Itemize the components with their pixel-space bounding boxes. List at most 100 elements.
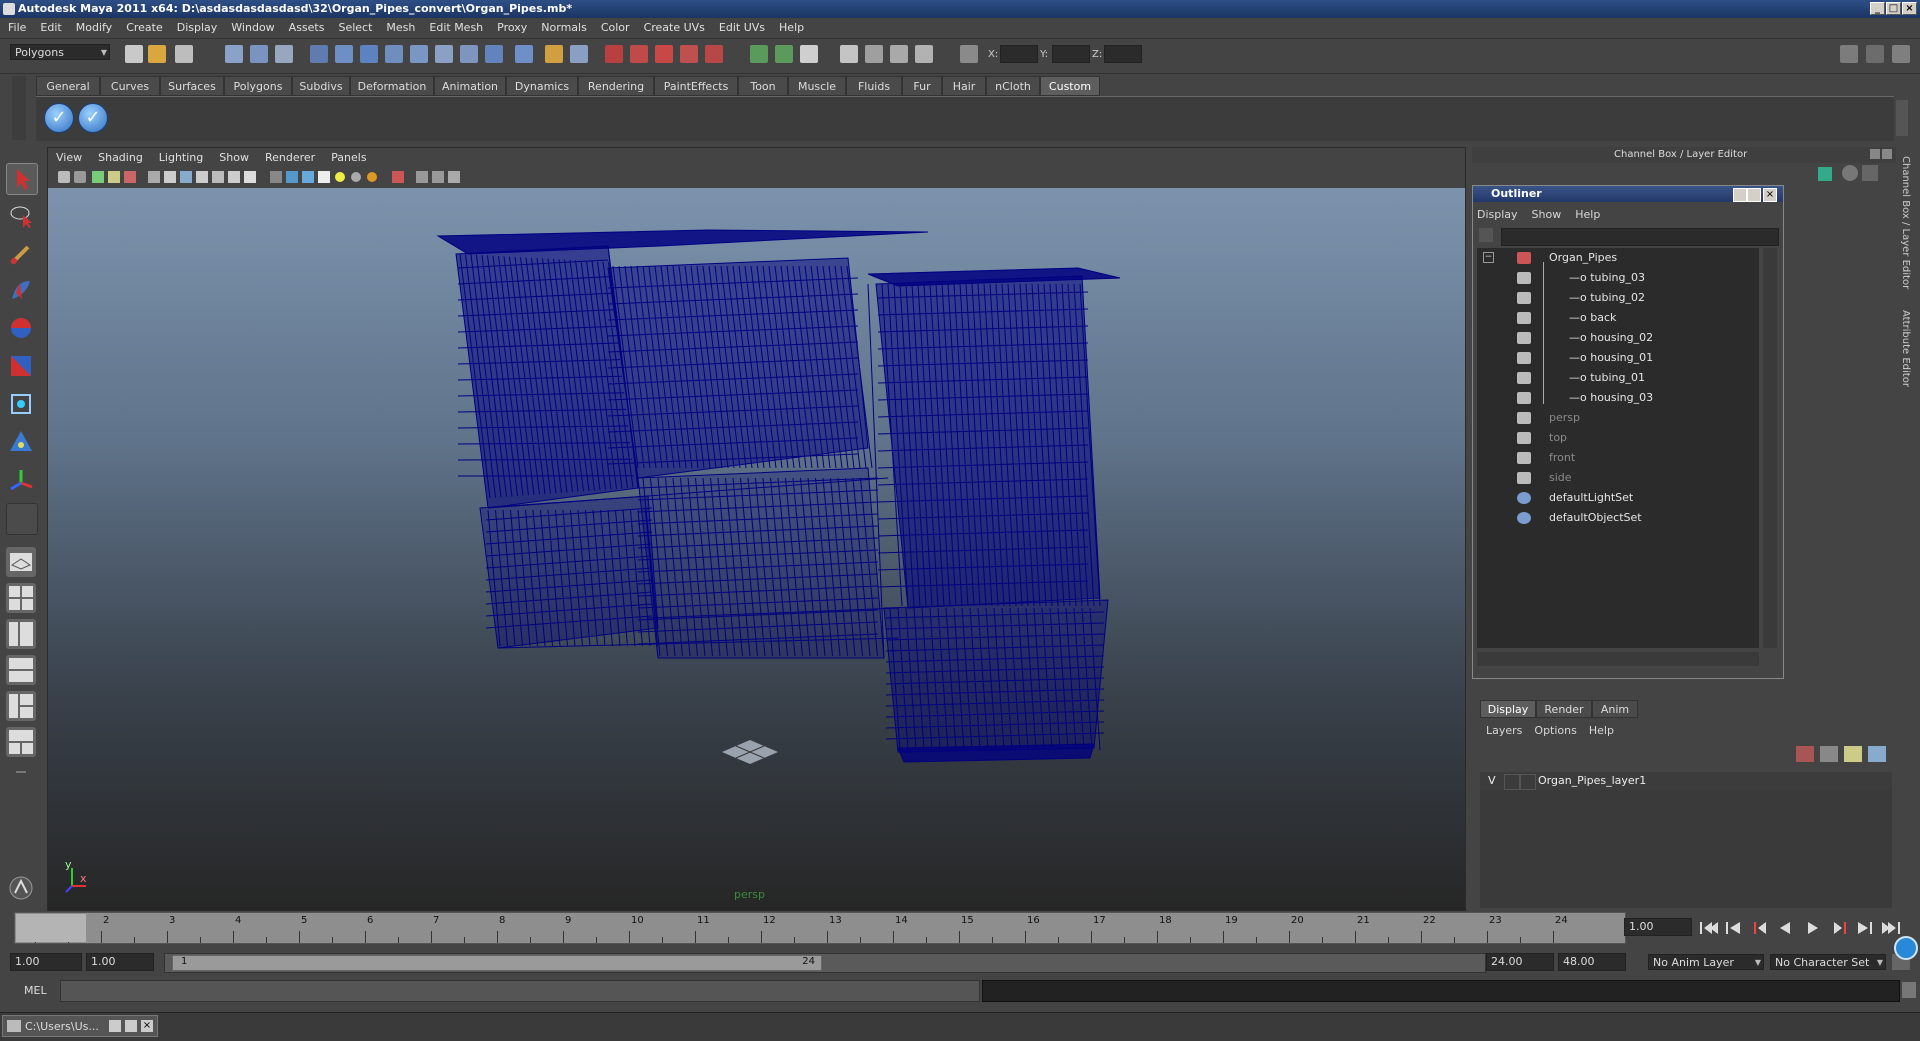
shelf-menu-handle[interactable] [12,76,26,140]
help-line-icon[interactable] [1894,936,1918,960]
select-deformation-icon[interactable] [410,45,428,63]
animation-end-field[interactable]: 48.00 [1558,953,1626,971]
select-joint-icon[interactable] [335,45,353,63]
layer-tab-display[interactable]: Display [1480,700,1536,718]
viewport-toolbar-icons[interactable] [48,168,648,188]
range-slider-handle[interactable]: 1 24 [172,955,822,971]
x-field[interactable] [1000,45,1038,63]
animation-start-field[interactable]: 1.00 [10,953,82,971]
select-render-icon[interactable] [460,45,478,63]
toolbox-expand-icon[interactable] [6,763,36,781]
menu-select[interactable]: Select [331,18,379,38]
layout-persp-outliner-icon[interactable] [6,619,36,649]
layer-menu-options[interactable]: Options [1534,724,1576,737]
snap-grid-icon[interactable] [605,45,623,63]
outliner-item[interactable]: —o housing_03 [1569,390,1653,406]
snap-view-plane-icon[interactable] [680,45,698,63]
construction-history-icon[interactable] [800,45,818,63]
y-field[interactable] [1052,45,1090,63]
output-connections-icon[interactable] [775,45,793,63]
taskbar-item[interactable]: C:\Users\Us... × [2,1015,158,1037]
outliner-item[interactable]: defaultObjectSet [1549,510,1642,526]
shelf-tab-custom[interactable]: Custom [1040,76,1100,96]
shelf-tab-surfaces[interactable]: Surfaces [160,76,224,96]
move-tool-icon[interactable] [6,275,36,305]
layout-persp-graph-icon[interactable] [6,655,36,685]
open-scene-icon[interactable] [148,45,166,63]
playback-start-field[interactable]: 1.00 [86,953,154,971]
render-frame-icon[interactable] [865,45,883,63]
transform-input-icon[interactable] [960,45,978,63]
shelf-tab-fur[interactable]: Fur [902,76,942,96]
shelf-tab-ncloth[interactable]: nCloth [986,76,1040,96]
character-set-dropdown[interactable]: No Character Set▼ [1770,954,1886,970]
outliner-item[interactable]: Organ_Pipes [1549,250,1617,266]
menu-proxy[interactable]: Proxy [490,18,534,38]
shelf-tab-animation[interactable]: Animation [434,76,506,96]
select-hierarchy-icon[interactable] [225,45,243,63]
select-misc-icon[interactable] [485,45,503,63]
command-icon[interactable] [6,873,36,903]
layer-menu-help[interactable]: Help [1589,724,1614,737]
shelf-tab-painteffects[interactable]: PaintEffects [654,76,738,96]
new-layer-selected-icon[interactable] [1820,746,1838,762]
viewport-menu-view[interactable]: View [48,148,90,168]
layer-visibility-toggle[interactable]: V [1488,774,1496,787]
channel-box-icon[interactable] [1842,165,1858,181]
shelf-tab-curves[interactable]: Curves [100,76,160,96]
layer-tab-anim[interactable]: Anim [1592,700,1638,718]
viewport-menu-lighting[interactable]: Lighting [151,148,211,168]
outliner-filter-icon[interactable] [1479,228,1493,242]
save-scene-icon[interactable] [175,45,193,63]
layout-single-icon[interactable] [6,547,36,577]
viewport-menu-show[interactable]: Show [211,148,257,168]
outliner-filter-field[interactable] [1501,228,1779,246]
z-field[interactable] [1104,45,1142,63]
shelf-tab-polygons[interactable]: Polygons [224,76,292,96]
shelf-tab-fluids[interactable]: Fluids [846,76,902,96]
layer-type-toggle[interactable] [1504,774,1520,790]
show-attribute-editor-icon[interactable] [1840,45,1858,63]
show-channel-box-icon[interactable] [1892,45,1910,63]
layer-move-down-icon[interactable] [1868,746,1886,762]
outliner-item[interactable]: —o housing_01 [1569,350,1653,366]
script-editor-icon[interactable] [1902,982,1916,998]
menu-display[interactable]: Display [170,18,225,38]
select-dynamic-icon[interactable] [435,45,453,63]
paint-select-tool-icon[interactable] [6,239,36,269]
time-slider[interactable]: 1234567891011121314151617181920212223241 [14,912,1626,944]
axis-options-icon[interactable] [1818,167,1832,181]
menu-edit-mesh[interactable]: Edit Mesh [422,18,490,38]
select-surface-icon[interactable] [385,45,403,63]
menu-create[interactable]: Create [119,18,170,38]
new-layer-icon[interactable] [1796,746,1814,762]
select-tool-icon[interactable] [6,163,38,195]
layout-four-icon[interactable] [6,583,36,613]
viewport-menu-shading[interactable]: Shading [90,148,151,168]
render-settings-icon[interactable] [915,45,933,63]
outliner-item[interactable]: side [1549,470,1572,486]
layer-menu-layers[interactable]: Layers [1486,724,1522,737]
outliner-menu-display[interactable]: Display [1477,208,1518,221]
viewport-menu-panels[interactable]: Panels [323,148,374,168]
show-manipulator-icon[interactable] [6,465,36,495]
select-handle-icon[interactable] [310,45,328,63]
outliner-vscroll[interactable] [1763,248,1777,648]
outliner-expand-toggle[interactable]: − [1483,252,1494,263]
scale-tool-icon[interactable] [6,351,36,381]
layout-graph-icon[interactable] [6,727,36,757]
make-live-icon[interactable] [705,45,723,63]
outliner-maximize-button[interactable] [1747,188,1761,202]
layer-row[interactable]: V Organ_Pipes_layer1 [1480,772,1892,790]
mel-input[interactable] [60,980,980,1002]
soft-modify-icon[interactable] [6,427,36,457]
outliner-minimize-button[interactable] [1733,188,1747,202]
menu-edit[interactable]: Edit [33,18,68,38]
shelf-tab-dynamics[interactable]: Dynamics [506,76,578,96]
question-icon[interactable] [515,45,533,63]
shelf-tab-muscle[interactable]: Muscle [788,76,846,96]
rotate-tool-icon[interactable] [6,313,36,343]
outliner-menu-help[interactable]: Help [1575,208,1600,221]
layout-hypershade-icon[interactable] [6,691,36,721]
universal-manip-icon[interactable] [6,389,36,419]
